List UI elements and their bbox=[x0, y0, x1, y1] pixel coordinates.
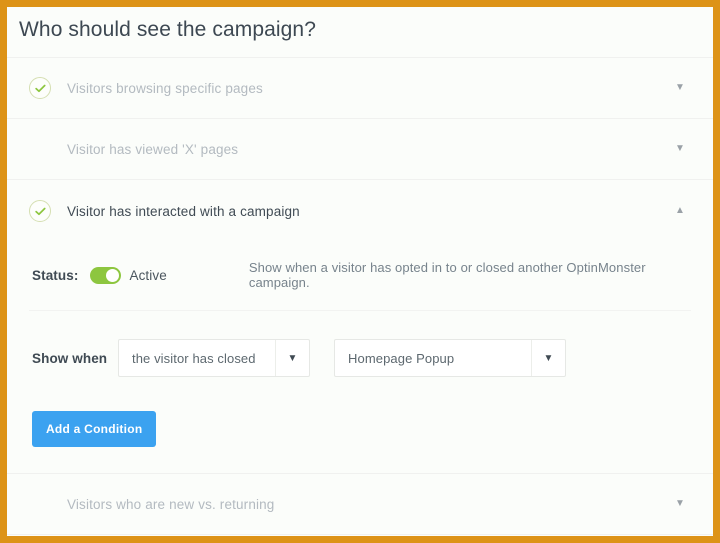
condition-header[interactable]: Visitors who are new vs. returning ▼ bbox=[7, 474, 713, 534]
chevron-up-icon[interactable]: ▲ bbox=[673, 206, 687, 216]
condition-label: Visitor has interacted with a campaign bbox=[67, 203, 300, 219]
chevron-down-icon[interactable]: ▼ bbox=[673, 144, 687, 154]
check-circle-icon bbox=[29, 200, 51, 222]
condition-row-visitor-has-viewed-x-pages[interactable]: Visitor has viewed 'X' pages ▼ bbox=[7, 119, 713, 180]
dot-icon bbox=[29, 493, 51, 515]
condition-row-visitor-has-interacted-with-a-campaign[interactable]: Visitor has interacted with a campaign ▲… bbox=[7, 180, 713, 474]
toggle-knob bbox=[106, 268, 120, 282]
add-condition-row: Add a Condition bbox=[29, 387, 691, 459]
condition-label: Visitors browsing specific pages bbox=[67, 80, 263, 96]
condition-panel-body: Status: Active Show when a visitor has o… bbox=[7, 242, 713, 473]
status-label: Status: bbox=[32, 267, 79, 283]
condition-row-visitors-who-are-new-vs-returning[interactable]: Visitors who are new vs. returning ▼ bbox=[7, 474, 713, 535]
show-when-form-row: Show when the visitor has closed ▼ Homep… bbox=[29, 311, 691, 387]
chevron-down-icon[interactable]: ▼ bbox=[673, 499, 687, 509]
condition-header[interactable]: Visitors browsing specific pages ▼ bbox=[7, 58, 713, 118]
show-when-label: Show when bbox=[32, 350, 108, 366]
page-title: Who should see the campaign? bbox=[19, 18, 316, 41]
toggle-state-text: Active bbox=[129, 267, 167, 283]
condition-label: Visitor has viewed 'X' pages bbox=[67, 141, 239, 157]
add-condition-button[interactable]: Add a Condition bbox=[32, 411, 157, 447]
campaign-select[interactable]: Homepage Popup ▼ bbox=[334, 339, 566, 377]
conditions-accordion: Visitors browsing specific pages ▼ Visit… bbox=[7, 57, 713, 535]
campaign-display-rules-panel: Who should see the campaign? Visitors br… bbox=[0, 0, 720, 543]
event-select[interactable]: the visitor has closed ▼ bbox=[118, 339, 310, 377]
check-circle-icon bbox=[29, 77, 51, 99]
campaign-select-value: Homepage Popup bbox=[348, 350, 455, 366]
status-line: Status: Active Show when a visitor has o… bbox=[29, 242, 691, 310]
dot-icon bbox=[29, 138, 51, 160]
condition-header[interactable]: Visitor has interacted with a campaign ▲ bbox=[7, 180, 713, 242]
condition-header[interactable]: Visitor has viewed 'X' pages ▼ bbox=[7, 119, 713, 179]
chevron-down-icon[interactable]: ▼ bbox=[275, 340, 309, 376]
status-toggle[interactable] bbox=[90, 266, 122, 284]
status-hint-text: Show when a visitor has opted in to or c… bbox=[248, 260, 646, 290]
chevron-down-icon[interactable]: ▼ bbox=[673, 83, 687, 93]
condition-label: Visitors who are new vs. returning bbox=[67, 496, 275, 512]
chevron-down-icon[interactable]: ▼ bbox=[531, 340, 565, 376]
event-select-value: the visitor has closed bbox=[132, 350, 256, 366]
condition-row-visitors-browsing-specific-pages[interactable]: Visitors browsing specific pages ▼ bbox=[7, 58, 713, 119]
